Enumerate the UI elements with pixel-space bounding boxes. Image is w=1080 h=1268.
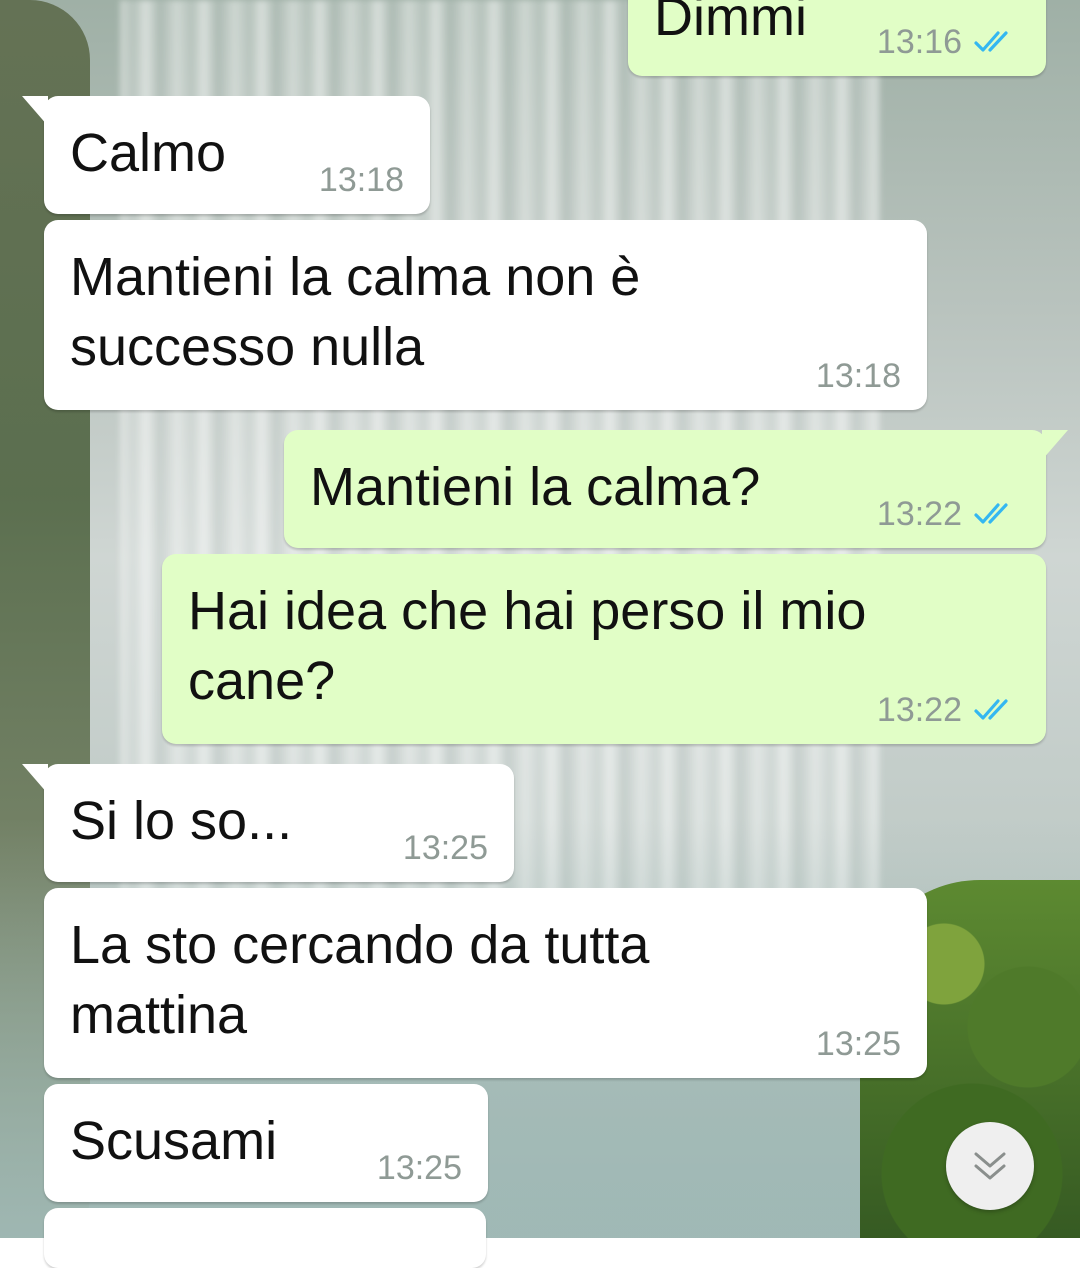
double-chevron-down-icon <box>974 1152 1006 1180</box>
read-receipt-icon <box>974 31 1008 52</box>
message-time: 13:25 <box>402 829 488 867</box>
message-meta: 13:18 <box>816 356 901 396</box>
message-bubble-incoming[interactable]: Scusami 13:25 <box>44 1084 488 1202</box>
message-meta: 13:22 <box>877 690 1020 730</box>
message-meta: 13:25 <box>377 1148 462 1188</box>
message-bubble-outgoing[interactable]: Dimmi 13:16 <box>628 0 1046 76</box>
message-bubble-outgoing[interactable]: Hai idea che hai perso il mio cane? 13:2… <box>162 554 1046 744</box>
message-bubble-incoming[interactable]: La sto cercando da tutta mattina 13:25 <box>44 888 927 1078</box>
message-bubble-incoming[interactable] <box>44 1208 486 1268</box>
read-receipt-icon <box>974 503 1008 524</box>
message-time: 13:22 <box>876 495 962 533</box>
message-time: 13:16 <box>876 23 962 61</box>
message-bubble-incoming[interactable]: Mantieni la calma non è successo nulla 1… <box>44 220 927 410</box>
message-text: La sto cercando da tutta mattina <box>70 915 650 1045</box>
scroll-to-bottom-button[interactable] <box>946 1122 1034 1210</box>
message-bubble-outgoing[interactable]: Mantieni la calma? 13:22 <box>284 430 1068 548</box>
message-time: 13:18 <box>318 161 404 199</box>
read-receipt-icon <box>974 699 1008 720</box>
message-time: 13:25 <box>815 1025 901 1063</box>
message-bubble-incoming[interactable]: Calmo 13:18 <box>22 96 430 214</box>
message-time: 13:25 <box>376 1149 462 1187</box>
message-list[interactable]: Dimmi 13:16 Calmo 13:18 Mantieni la calm… <box>0 0 1080 1268</box>
message-text: Mantieni la calma non è successo nulla <box>70 247 641 377</box>
message-bubble-incoming[interactable]: Si lo so... 13:25 <box>22 764 514 882</box>
message-time: 13:22 <box>876 691 962 729</box>
message-meta: 13:22 <box>877 494 1020 534</box>
message-meta: 13:16 <box>877 22 1020 62</box>
message-time: 13:18 <box>815 357 901 395</box>
message-meta: 13:25 <box>816 1024 901 1064</box>
message-meta: 13:18 <box>319 160 404 200</box>
message-meta: 13:25 <box>403 828 488 868</box>
